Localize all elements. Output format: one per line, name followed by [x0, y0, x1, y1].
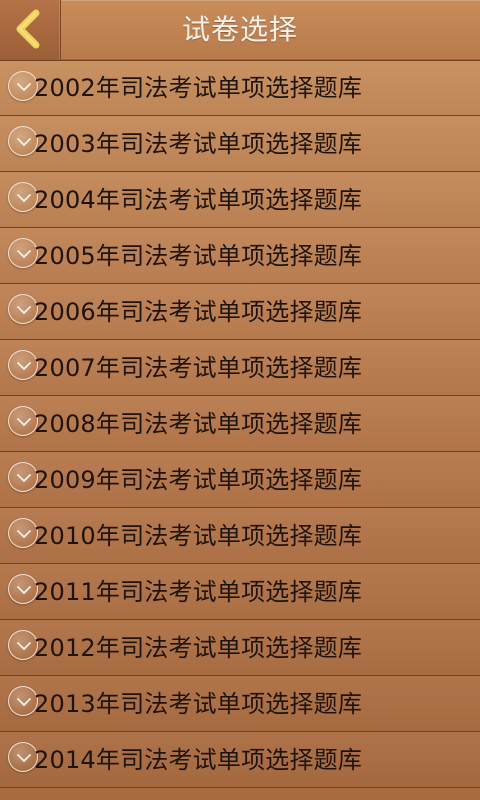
list-item-label: 2002年司法考试单项选择题库 [34, 74, 363, 102]
list-item[interactable]: 2011年司法考试单项选择题库 [0, 564, 480, 620]
list-item-label: 2007年司法考试单项选择题库 [34, 354, 363, 382]
list-item[interactable]: 2007年司法考试单项选择题库 [0, 340, 480, 396]
list-item-label: 2009年司法考试单项选择题库 [34, 466, 363, 494]
list-item[interactable]: 2004年司法考试单项选择题库 [0, 172, 480, 228]
page-title: 试卷选择 [181, 13, 298, 46]
list-item-label: 2005年司法考试单项选择题库 [34, 242, 363, 270]
list-item[interactable]: 2008年司法考试单项选择题库 [0, 396, 480, 452]
back-button[interactable] [0, 0, 61, 60]
list-item[interactable]: 2009年司法考试单项选择题库 [0, 452, 480, 508]
list-item-label: 2014年司法考试单项选择题库 [34, 746, 363, 774]
list-item[interactable]: 2005年司法考试单项选择题库 [0, 228, 480, 284]
list-item[interactable]: 2014年司法考试单项选择题库 [0, 732, 480, 788]
list-item[interactable]: 2006年司法考试单项选择题库 [0, 284, 480, 340]
list-item-label: 2004年司法考试单项选择题库 [34, 186, 363, 214]
list-item-label: 2011年司法考试单项选择题库 [34, 578, 363, 606]
list-item[interactable]: 2010年司法考试单项选择题库 [0, 508, 480, 564]
app-screen: 试卷选择 2002年司法考试单项选择题库 2003年司法考试单项选择题库 200… [0, 0, 480, 800]
list-item-label: 2010年司法考试单项选择题库 [34, 522, 363, 550]
header-bar: 试卷选择 [0, 0, 480, 61]
list-item-label: 2006年司法考试单项选择题库 [34, 298, 363, 326]
list-item[interactable]: 2012年司法考试单项选择题库 [0, 620, 480, 676]
exam-list: 2002年司法考试单项选择题库 2003年司法考试单项选择题库 2004年司法考… [0, 61, 480, 800]
list-item-label: 2012年司法考试单项选择题库 [34, 634, 363, 662]
list-item[interactable]: 2013年司法考试单项选择题库 [0, 676, 480, 732]
list-item-label: 2003年司法考试单项选择题库 [34, 130, 363, 158]
list-item[interactable]: 2002年司法考试单项选择题库 [0, 61, 480, 116]
list-item[interactable]: 2003年司法考试单项选择题库 [0, 116, 480, 172]
list-item-label: 2013年司法考试单项选择题库 [34, 690, 363, 718]
list-item-label: 2008年司法考试单项选择题库 [34, 410, 363, 438]
chevron-left-icon [9, 8, 51, 50]
